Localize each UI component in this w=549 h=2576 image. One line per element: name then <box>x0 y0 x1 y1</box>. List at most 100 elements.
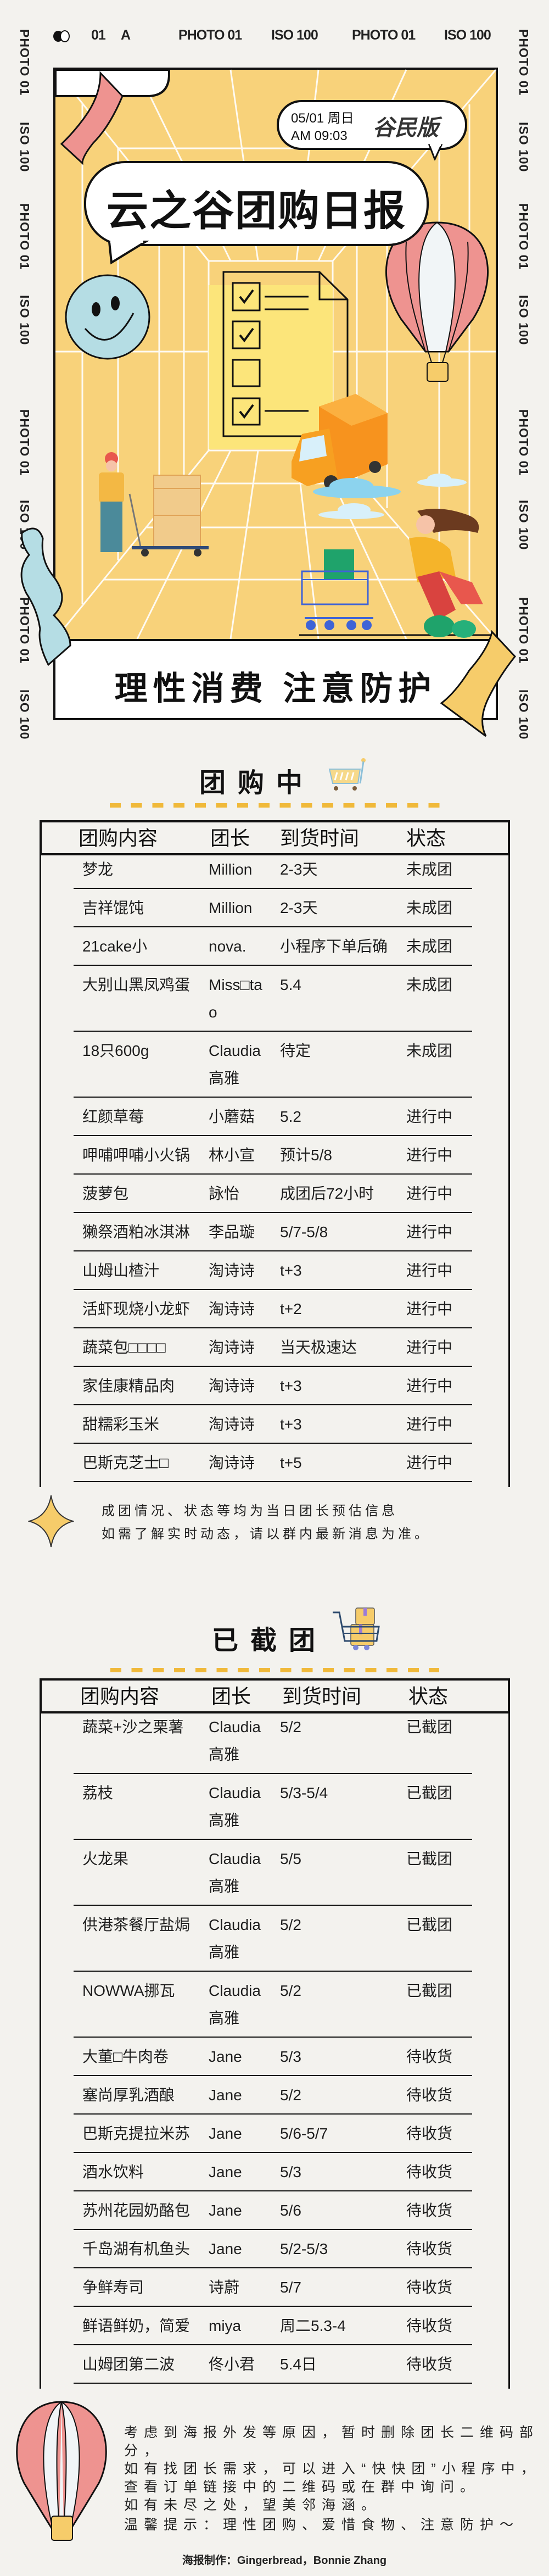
item-name: 千岛湖有机鱼头 <box>82 2240 191 2257</box>
status-cell: 进行中 <box>406 1108 453 1125</box>
arrival-time: 5/6 <box>280 2202 301 2219</box>
arrival-time: 5/7-5/8 <box>280 1223 328 1240</box>
poster-time: AM 09:03 <box>291 129 348 143</box>
table-row: 千岛湖有机鱼头 Jane 5/2-5/3 待收货 <box>40 2230 510 2268</box>
arrival-time: t+3 <box>280 1416 302 1433</box>
group-leader: 淘诗诗 <box>209 1300 255 1317</box>
poster-title: 云之谷团购日报 <box>107 188 406 235</box>
status-cell: 进行中 <box>406 1185 453 1202</box>
column-header: 状态 <box>406 827 446 849</box>
table-row: 蔬菜包□□□□ 淘诗诗 当天极速达 进行中 <box>40 1328 510 1367</box>
table-row: 苏州花园奶酪包 Jane 5/6 待收货 <box>40 2191 510 2230</box>
arrival-time: t+5 <box>280 1454 302 1471</box>
arrival-time: 当天极速达 <box>280 1339 357 1356</box>
item-name: 鲜语鲜奶，简爱 <box>82 2317 191 2334</box>
status-cell: 待收货 <box>406 2048 453 2065</box>
table-row: 大别山黑凤鸡蛋 Miss□ta o 5.4 未成团 <box>40 966 510 1032</box>
section-heading-active: 团购中 <box>199 769 315 798</box>
status-cell: 已截团 <box>406 1784 453 1801</box>
table-body: 梦龙 Million 2-3天 未成团 吉祥馄饨 Million 2-3天 未成团 21cake… <box>40 850 510 1482</box>
group-leader: 淘诗诗 <box>209 1339 255 1356</box>
arrival-time: 成团后72小时 <box>280 1185 374 1202</box>
item-name: 供港茶餐厅盐焗 <box>82 1916 191 1933</box>
arrival-time: 预计5/8 <box>280 1147 332 1164</box>
table-header: 团购内容 团长 到货时间 状态 <box>40 820 510 855</box>
status-cell: 未成团 <box>406 861 453 878</box>
arrival-time: 5/2 <box>280 1718 301 1735</box>
table-row: 供港茶餐厅盐焗 Claudia 高雅 5/2 已截团 <box>40 1906 510 1972</box>
item-name: 蔬菜+沙之栗薯 <box>82 1718 184 1735</box>
group-leader: Jane <box>209 2240 242 2257</box>
smiley-icon <box>65 274 150 360</box>
status-cell: 已截团 <box>406 1718 453 1735</box>
group-leader: Jane <box>209 2087 242 2104</box>
item-name: 梦龙 <box>82 861 114 878</box>
status-cell: 进行中 <box>406 1454 453 1471</box>
note-line: 成团情况、状态等均为当日团长预估信息 <box>102 1504 398 1518</box>
sparkle-star-icon <box>28 1495 74 1548</box>
arrival-time: t+2 <box>280 1300 302 1317</box>
poster-credit: 海报制作：Gingerbread，Bonnie Zhang <box>182 2555 387 2567</box>
item-name: 塞尚厚乳酒酿 <box>82 2087 175 2104</box>
table-row: 山姆团第二波 佟小君 5.4日 待收货 <box>40 2345 510 2384</box>
active-table: 团购内容 团长 到货时间 状态 梦龙 Million 2-3天 未成团 吉祥馄饨 Mill… <box>40 820 510 1487</box>
footer-notice: 考虑到海报外发等原因，暂时删除团长二维码部分， 如有找团长需求，可以进入“快快团… <box>124 2424 549 2514</box>
arrival-time: 待定 <box>280 1042 311 1059</box>
table-row: 巴斯克提拉米苏 Jane 5/6-5/7 待收货 <box>40 2115 510 2153</box>
footer-line: 如有找团长需求，可以进入“快快团”小程序中， <box>124 2461 541 2477</box>
section-heading-closed: 已截团 <box>212 1626 328 1655</box>
arrival-time: 5.4日 <box>280 2356 317 2373</box>
table-row: 活虾现烧小龙虾 淘诗诗 t+2 进行中 <box>40 1290 510 1328</box>
item-name: 酒水饮料 <box>82 2163 144 2180</box>
table-row: 家佳康精品肉 淘诗诗 t+3 进行中 <box>40 1367 510 1405</box>
group-leader: Claudia 高雅 <box>209 1982 261 2027</box>
hot-air-balloon-icon <box>385 221 489 382</box>
group-leader: 李品璇 <box>209 1223 255 1240</box>
column-header: 团购内容 <box>80 1685 160 1707</box>
group-leader: 詠怡 <box>209 1185 240 1202</box>
group-leader: 淘诗诗 <box>209 1454 255 1471</box>
slogan-banner: 理性消费 注意防护 <box>53 639 498 720</box>
table-row: 21cake小 nova. 小程序下单后确 未成团 <box>40 927 510 966</box>
group-leader: Claudia 高雅 <box>209 1042 261 1087</box>
group-leader: Million <box>209 861 253 878</box>
cart-with-boxes-icon <box>333 1607 380 1650</box>
item-name: 大别山黑凤鸡蛋 <box>82 976 191 993</box>
item-name: 18只600g <box>82 1042 149 1059</box>
status-cell: 待收货 <box>406 2202 453 2219</box>
status-cell: 未成团 <box>406 1042 453 1059</box>
arrival-time: 小程序下单后确 <box>280 938 388 955</box>
note-line: 如需了解实时动态，请以群内最新消息为准。 <box>102 1527 431 1542</box>
status-cell: 进行中 <box>406 1147 453 1164</box>
group-leader: miya <box>209 2317 242 2334</box>
column-header: 到货时间 <box>282 1685 362 1707</box>
yellow-ribbon <box>440 630 516 737</box>
item-name: 山姆山楂汁 <box>82 1262 160 1279</box>
table-row: 吉祥馄饨 Million 2-3天 未成团 <box>40 889 510 927</box>
shopping-cart-icon <box>328 758 366 791</box>
hot-air-balloon-icon <box>16 2401 107 2541</box>
table-row: 甜糯彩玉米 淘诗诗 t+3 进行中 <box>40 1405 510 1444</box>
status-cell: 进行中 <box>406 1416 453 1433</box>
status-cell: 已截团 <box>406 1916 453 1933</box>
table-row: 荔枝 Claudia 高雅 5/3-5/4 已截团 <box>40 1774 510 1840</box>
status-cell: 进行中 <box>406 1377 453 1394</box>
dashed-divider <box>110 1668 439 1672</box>
status-cell: 未成团 <box>406 976 453 993</box>
arrival-time: 5/3 <box>280 2163 301 2180</box>
date-bubble-tail <box>428 143 443 160</box>
status-cell: 待收货 <box>406 2163 453 2180</box>
item-name: 山姆团第二波 <box>82 2356 175 2373</box>
arrival-time: 5/2 <box>280 1916 301 1933</box>
poster-date: 05/01 周日 <box>291 111 354 126</box>
status-cell: 待收货 <box>406 2125 453 2142</box>
arrival-time: 5/5 <box>280 1850 301 1867</box>
table-row: 呷哺呷哺小火锅 林小宣 预计5/8 进行中 <box>40 1136 510 1175</box>
arrival-time: 5/2-5/3 <box>280 2240 328 2257</box>
table-row: NOWWA挪瓦 Claudia 高雅 5/2 已截团 <box>40 1972 510 2038</box>
table-row: 塞尚厚乳酒酿 Jane 5/2 待收货 <box>40 2076 510 2115</box>
item-name: 巴斯克提拉米苏 <box>82 2125 191 2142</box>
item-name: 蔬菜包□□□□ <box>82 1339 166 1356</box>
title-bubble-tail <box>108 240 150 265</box>
table-header: 团购内容 团长 到货时间 状态 <box>40 1678 510 1713</box>
